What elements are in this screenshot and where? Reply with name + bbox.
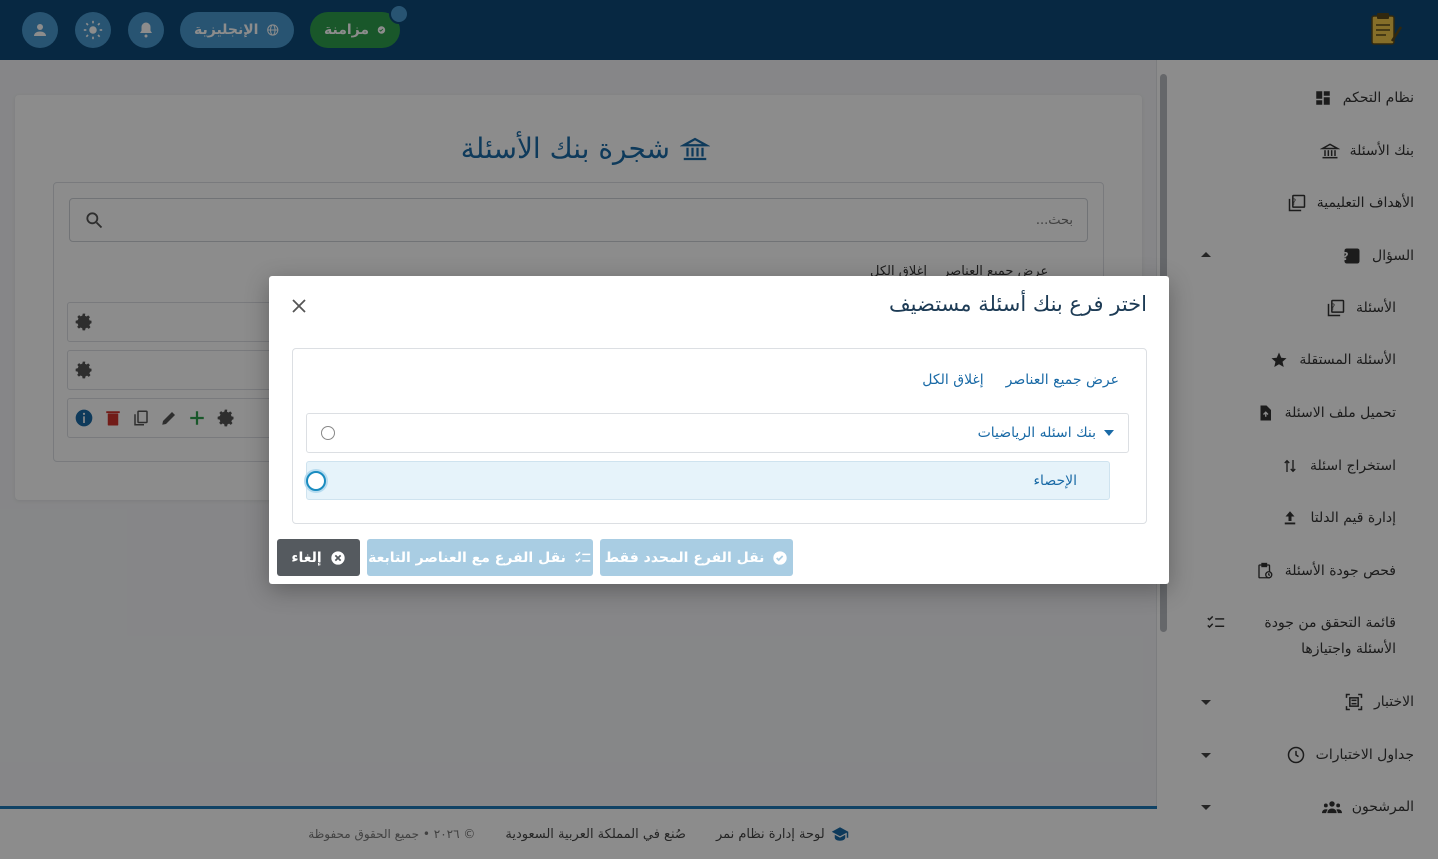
dialog-tree-toggle-links: عرض جميع العناصر إغلاق الكل (922, 372, 1119, 388)
close-circle-icon (331, 550, 345, 565)
dialog-expand-all-link[interactable]: عرض جميع العناصر (1006, 372, 1119, 388)
cancel-button[interactable]: إلغاء (277, 539, 360, 576)
root-branch-radio[interactable] (321, 426, 335, 440)
tree-node-root[interactable]: بنك اسئله الرياضيات (306, 413, 1129, 453)
child-branch-radio[interactable] (306, 471, 326, 491)
select-branch-dialog: اختر فرع بنك أسئلة مستضيف عرض جميع العنا… (269, 276, 1169, 584)
close-button[interactable] (289, 296, 309, 316)
dialog-title: اختر فرع بنك أسئلة مستضيف (888, 292, 1147, 316)
chevron-down-icon[interactable] (1104, 430, 1114, 436)
move-branch-only-button[interactable]: نقل الفرع المحدد فقط (600, 539, 793, 576)
root-branch-name: بنك اسئله الرياضيات (977, 425, 1096, 441)
tree-node-child[interactable]: الإحصاء (306, 461, 1110, 500)
tree-node-label: الإحصاء (1033, 473, 1095, 489)
move-branch-with-children-label: نقل الفرع مع العناصر التابعة (368, 549, 566, 566)
move-branch-with-children-button[interactable]: نقل الفرع مع العناصر التابعة (367, 539, 593, 576)
checklist-icon (575, 551, 591, 563)
close-icon (292, 299, 306, 313)
cancel-label: إلغاء (291, 549, 322, 566)
child-branch-name: الإحصاء (1033, 472, 1077, 489)
move-branch-only-label: نقل الفرع المحدد فقط (604, 549, 765, 566)
check-circle-icon (773, 550, 788, 565)
dialog-collapse-all-link[interactable]: إغلاق الكل (922, 372, 983, 388)
tree-node-label: بنك اسئله الرياضيات (978, 425, 1114, 441)
